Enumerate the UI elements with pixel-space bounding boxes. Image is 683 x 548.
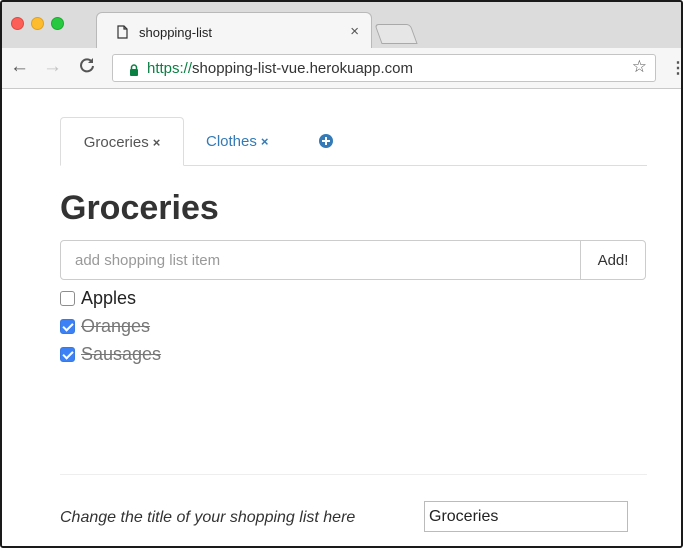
tab-label: Groceries — [83, 134, 149, 151]
remove-tab-icon[interactable]: × — [153, 135, 161, 150]
item-label: Sausages — [81, 343, 162, 364]
add-item-button[interactable]: Add! — [580, 240, 646, 280]
forward-arrow-icon[interactable]: → — [43, 57, 62, 77]
url-scheme: https:// — [147, 60, 193, 77]
remove-tab-icon[interactable]: × — [261, 134, 269, 149]
tab-groceries[interactable]: Groceries × — [60, 117, 184, 166]
browser-toolbar: ← → https://shopping-list-vue.herokuapp.… — [2, 48, 681, 89]
address-bar[interactable]: https://shopping-list-vue.herokuapp.com … — [112, 54, 656, 82]
tab-label: Clothes — [206, 133, 257, 150]
list-title: Groceries — [60, 189, 219, 227]
add-item-input[interactable] — [60, 240, 581, 280]
item-label: Apples — [81, 287, 137, 308]
list-title-input[interactable] — [424, 501, 628, 532]
minimize-window-button[interactable] — [31, 17, 44, 30]
add-item-group: Add! — [60, 240, 646, 280]
url-text: https://shopping-list-vue.herokuapp.com — [147, 60, 413, 77]
tab-clothes[interactable]: Clothes × — [206, 117, 268, 166]
maximize-window-button[interactable] — [51, 17, 64, 30]
browser-tab-close-icon[interactable]: × — [350, 23, 359, 40]
url-host: shopping-list-vue.herokuapp.com — [192, 60, 413, 77]
change-title-label: Change the title of your shopping list h… — [60, 509, 356, 526]
browser-tab-title: shopping-list — [139, 25, 212, 40]
reload-icon[interactable] — [79, 57, 95, 78]
item-checkbox[interactable] — [60, 290, 75, 306]
new-tab-button[interactable] — [374, 24, 418, 44]
lock-icon — [129, 63, 139, 81]
browser-window: shopping-list × ← → https://shopping-lis… — [0, 0, 683, 548]
browser-menu-icon[interactable]: ⋮ — [670, 58, 681, 78]
list-item: Sausages — [60, 340, 161, 368]
browser-tab-active[interactable]: shopping-list × — [96, 12, 372, 48]
shopping-items: Apples Oranges Sausages — [60, 284, 161, 368]
list-item: Oranges — [60, 312, 161, 340]
list-tabs: Groceries × Clothes × — [60, 117, 647, 166]
title-bar: shopping-list × — [2, 2, 681, 48]
item-checkbox[interactable] — [60, 346, 75, 362]
footer-divider — [60, 474, 647, 475]
page-content: Groceries × Clothes × Groceries Add! Apple… — [2, 89, 681, 546]
back-arrow-icon[interactable]: ← — [10, 57, 29, 77]
close-window-button[interactable] — [11, 17, 24, 30]
bookmark-star-icon[interactable]: ☆ — [632, 57, 647, 77]
document-icon — [117, 25, 128, 44]
add-list-plus-icon[interactable] — [319, 134, 333, 148]
list-item: Apples — [60, 284, 161, 312]
item-checkbox[interactable] — [60, 318, 75, 334]
item-label: Oranges — [81, 315, 151, 336]
